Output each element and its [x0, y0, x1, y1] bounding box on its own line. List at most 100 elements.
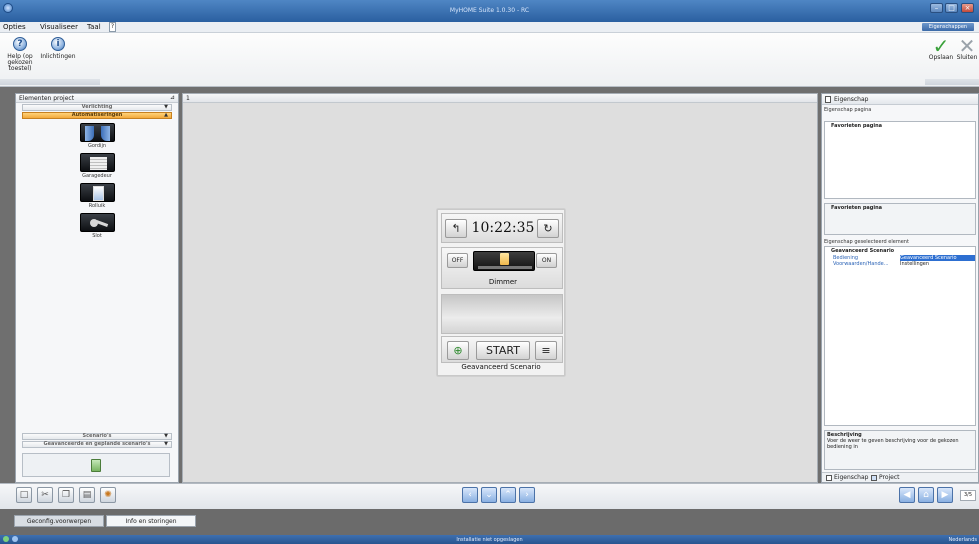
palette-item-garagedeur[interactable]: Garagedeur	[77, 153, 117, 179]
arrow-up-icon[interactable]: ⌃	[500, 487, 516, 503]
close-button[interactable]: ✕ Sluiten	[955, 36, 979, 61]
save-label: Opslaan	[928, 54, 954, 61]
pin-icon[interactable]: ⊿	[170, 94, 175, 101]
sky-image	[441, 294, 563, 334]
info-button[interactable]: i Inlichtingen	[40, 37, 76, 60]
workspace: Elementen project ⊿ Verlichting ▼ Automa…	[0, 87, 979, 483]
menu-visualiseer[interactable]: Visualiseer	[40, 23, 78, 31]
arrow-down-icon[interactable]: ⌄	[481, 487, 497, 503]
status-bar: Installatie niet opgeslagen Nederlands	[0, 535, 979, 544]
clock-row: ↰ 10:22:35 ↻	[441, 213, 563, 243]
scenario-icon[interactable]: ⊕	[447, 341, 469, 360]
clock-time: 10:22:35	[471, 220, 535, 236]
cut-icon[interactable]: ✂	[37, 487, 53, 503]
scenario-row: ⊕ START ≡	[441, 336, 563, 363]
palette-label: Rolluik	[88, 203, 106, 209]
off-button[interactable]: OFF	[447, 253, 468, 268]
project-elements-panel: Elementen project ⊿ Verlichting ▼ Automa…	[15, 93, 179, 483]
properties-toggle-button[interactable]: Eigenschappen	[922, 23, 974, 31]
dimmer-row: OFF ON Dimmer	[441, 247, 563, 289]
section-verlichting[interactable]: Verlichting ▼	[22, 104, 172, 111]
tab-info-errors[interactable]: Info en storingen	[106, 515, 196, 527]
help-button[interactable]: ? Help (op gekozen toestel)	[2, 37, 38, 72]
copy-icon[interactable]: ❐	[58, 487, 74, 503]
document-icon	[826, 475, 832, 481]
tab-label: Eigenschap	[834, 474, 869, 481]
back-arrow-icon[interactable]: ↰	[445, 219, 467, 238]
palette-item-slot[interactable]: Slot	[77, 213, 117, 239]
section-automatiseringen[interactable]: Automatiseringen ▲	[22, 112, 172, 119]
dimmer-label: Dimmer	[488, 278, 518, 286]
section-advanced-scenarios[interactable]: Geavanceerde en geplande scenario's ▼	[22, 441, 172, 448]
home-icon[interactable]: ⌂	[918, 487, 934, 503]
panel-tabs: Eigenschap Project	[822, 472, 978, 482]
arrow-left-icon[interactable]: ‹	[462, 487, 478, 503]
description-box: Beschrijving Voer de weer te geven besch…	[824, 430, 976, 470]
canvas-tab[interactable]: 1	[183, 94, 817, 103]
dimmer-track	[478, 266, 532, 269]
section-label: Automatiseringen	[71, 112, 123, 118]
palette-label: Slot	[92, 233, 102, 239]
ribbon: ? Help (op gekozen toestel) i Inlichting…	[0, 33, 979, 87]
help-icon: ?	[13, 37, 27, 51]
checkmark-icon: ✓	[932, 34, 950, 58]
properties-panel: Eigenschap Eigenschap pagina Favorieten …	[821, 93, 979, 483]
chevron-up-icon: ▲	[164, 112, 168, 118]
dimmer-slider[interactable]	[473, 251, 535, 271]
property-value[interactable]: Instellingen	[900, 261, 975, 267]
close-icon[interactable]: ×	[961, 3, 974, 13]
selected-properties-grid[interactable]: Geavanceerd Scenario Bediening Geavancee…	[824, 246, 976, 426]
save-button[interactable]: ✓ Opslaan	[928, 34, 954, 61]
new-page-icon[interactable]: □	[16, 487, 32, 503]
page-canvas[interactable]: 1 ↰ 10:22:35 ↻ OFF ON Dimmer ⊕ START ≡ G…	[182, 93, 818, 483]
shutter-icon	[79, 183, 115, 202]
section-scenarios[interactable]: Scenario's ▼	[22, 433, 172, 440]
device-preview[interactable]: ↰ 10:22:35 ↻ OFF ON Dimmer ⊕ START ≡ Gea…	[437, 209, 565, 376]
menu-taal[interactable]: Taal	[87, 23, 101, 31]
arrow-right-icon[interactable]: ›	[519, 487, 535, 503]
tab-configured-objects[interactable]: Geconfig.voorwerpen	[14, 515, 104, 527]
page-description: Favorieten pagina	[824, 203, 976, 235]
page-properties-grid[interactable]: Favorieten pagina	[824, 121, 976, 199]
status-text: Installatie niet opgeslagen	[456, 537, 523, 543]
menu-help[interactable]: ?	[109, 22, 116, 32]
garage-door-icon	[79, 153, 115, 172]
description-text: Voer de weer te geven beschrijving voor …	[827, 438, 959, 450]
maximize-icon[interactable]: □	[945, 3, 958, 13]
document-icon	[825, 96, 831, 103]
previous-page-icon[interactable]: ◀	[899, 487, 915, 503]
lamp-icon	[500, 253, 509, 265]
section-label: Scenario's	[82, 433, 112, 439]
key-icon	[79, 213, 115, 232]
page-count: 3/5	[960, 490, 976, 501]
property-row[interactable]: Voorwaarden/Hande... Instellingen	[825, 261, 975, 267]
tab-project[interactable]: Project	[870, 474, 900, 482]
tab-label: Project	[879, 474, 900, 481]
close-label: Sluiten	[956, 54, 978, 61]
palette-item-gordijn[interactable]: Gordijn	[77, 123, 117, 149]
menu-opties[interactable]: Opties	[3, 23, 26, 31]
panel-title: Elementen project	[19, 95, 75, 102]
selected-properties-caption: Eigenschap geselecteerd element	[824, 239, 909, 245]
paste-icon[interactable]: ▤	[79, 487, 95, 503]
palette-icon[interactable]: ✺	[100, 487, 116, 503]
ribbon-group-bar	[0, 79, 100, 85]
ribbon-group-bar	[925, 79, 979, 85]
palette-label: Garagedeur	[82, 173, 112, 179]
info-label: Inlichtingen	[40, 53, 76, 60]
on-button[interactable]: ON	[536, 253, 557, 268]
next-page-icon[interactable]: ▶	[937, 487, 953, 503]
section-label: Geavanceerde en geplande scenario's	[43, 441, 151, 447]
start-button[interactable]: START	[476, 341, 530, 360]
tab-eigenschap[interactable]: Eigenschap	[825, 474, 868, 482]
bottom-tabs: Geconfig.voorwerpen Info en storingen	[0, 509, 979, 535]
refresh-icon[interactable]: ↻	[537, 219, 559, 238]
selected-section-header: Geavanceerd Scenario	[831, 248, 895, 254]
edit-icon[interactable]: ≡	[535, 341, 557, 360]
minimize-icon[interactable]: –	[930, 3, 943, 13]
trash-icon[interactable]	[91, 459, 101, 472]
palette-item-rolluik[interactable]: Rolluik	[77, 183, 117, 209]
scenario-label: Geavanceerd Scenario	[461, 363, 541, 371]
trash-area[interactable]	[22, 453, 170, 477]
chevron-down-icon: ▼	[164, 433, 168, 439]
